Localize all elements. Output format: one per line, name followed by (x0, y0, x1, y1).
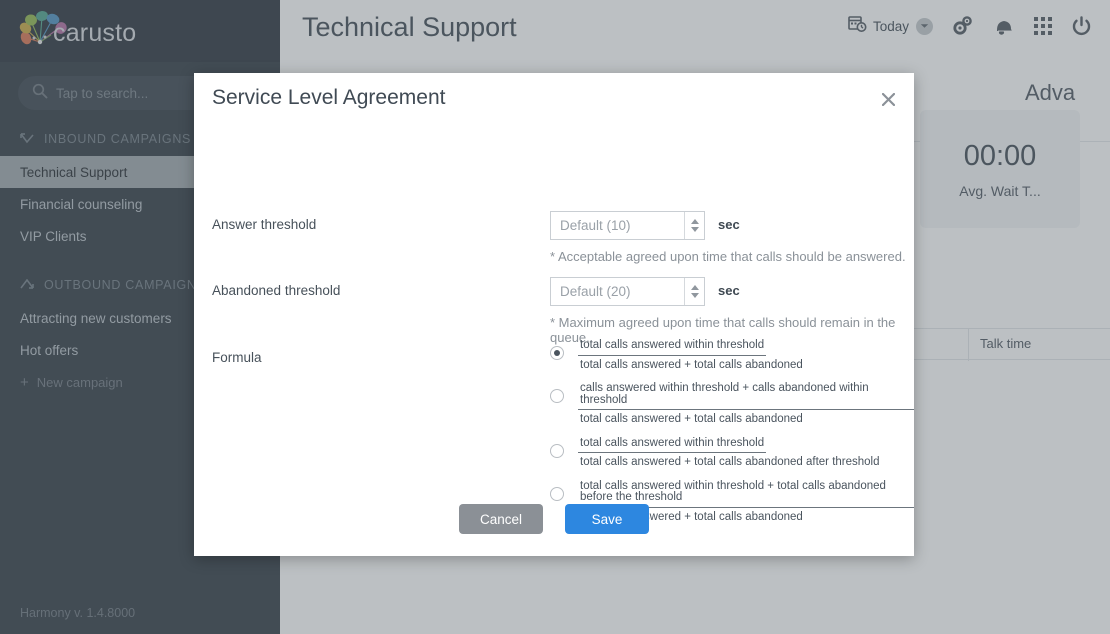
service-level-agreement-dialog: Service Level Agreement Answer threshold… (194, 73, 914, 556)
dialog-footer: Cancel Save (194, 504, 914, 534)
formula-denominator: total calls answered + total calls aband… (580, 358, 803, 371)
formula-denominator: total calls answered + total calls aband… (580, 413, 803, 425)
answer-threshold-hint: * Acceptable agreed upon time that calls… (550, 249, 906, 264)
abandoned-threshold-stepper[interactable] (684, 278, 704, 305)
abandoned-threshold-input[interactable]: Default (20) (550, 277, 705, 306)
radio-icon[interactable] (550, 486, 564, 501)
formula-option-3[interactable]: total calls answered within threshold to… (550, 437, 914, 469)
formula-fraction: total calls answered within threshold to… (578, 339, 805, 371)
answer-threshold-input[interactable]: Default (10) (550, 211, 705, 240)
save-button[interactable]: Save (565, 504, 649, 534)
answer-threshold-unit: sec (718, 217, 740, 232)
answer-threshold-value: Default (10) (560, 218, 631, 233)
formula-numerator: calls answered within threshold + calls … (578, 382, 914, 410)
formula-fraction: calls answered within threshold + calls … (578, 382, 914, 426)
formula-numerator: total calls answered within threshold (578, 339, 767, 356)
radio-icon[interactable] (550, 389, 564, 403)
formula-option-2[interactable]: calls answered within threshold + calls … (550, 382, 914, 426)
stepper-down-icon[interactable] (690, 227, 699, 232)
formula-label: Formula (212, 350, 262, 365)
formula-fraction: total calls answered within threshold to… (578, 437, 882, 469)
stepper-up-icon[interactable] (690, 219, 699, 224)
answer-threshold-row: Answer threshold Default (10) sec (212, 211, 740, 240)
radio-icon[interactable] (550, 443, 564, 458)
stepper-down-icon[interactable] (690, 293, 699, 298)
app-root: Technical Support Today Adva 00:00 Avg. … (0, 0, 1110, 634)
dialog-body: Answer threshold Default (10) sec * Acce… (194, 135, 914, 556)
stepper-up-icon[interactable] (690, 285, 699, 290)
abandoned-threshold-row: Abandoned threshold Default (20) sec (212, 277, 740, 306)
close-icon[interactable] (876, 87, 900, 111)
answer-threshold-label: Answer threshold (212, 217, 317, 232)
formula-denominator: total calls answered + total calls aband… (580, 456, 880, 468)
radio-icon[interactable] (550, 346, 564, 360)
formula-option-1[interactable]: total calls answered within threshold to… (550, 339, 914, 371)
abandoned-threshold-value: Default (20) (560, 284, 631, 299)
formula-numerator: total calls answered within threshold (578, 437, 767, 453)
cancel-button[interactable]: Cancel (459, 504, 543, 534)
dialog-title: Service Level Agreement (212, 86, 446, 109)
abandoned-threshold-unit: sec (718, 283, 740, 298)
answer-threshold-stepper[interactable] (684, 212, 704, 239)
abandoned-threshold-label: Abandoned threshold (212, 283, 341, 298)
